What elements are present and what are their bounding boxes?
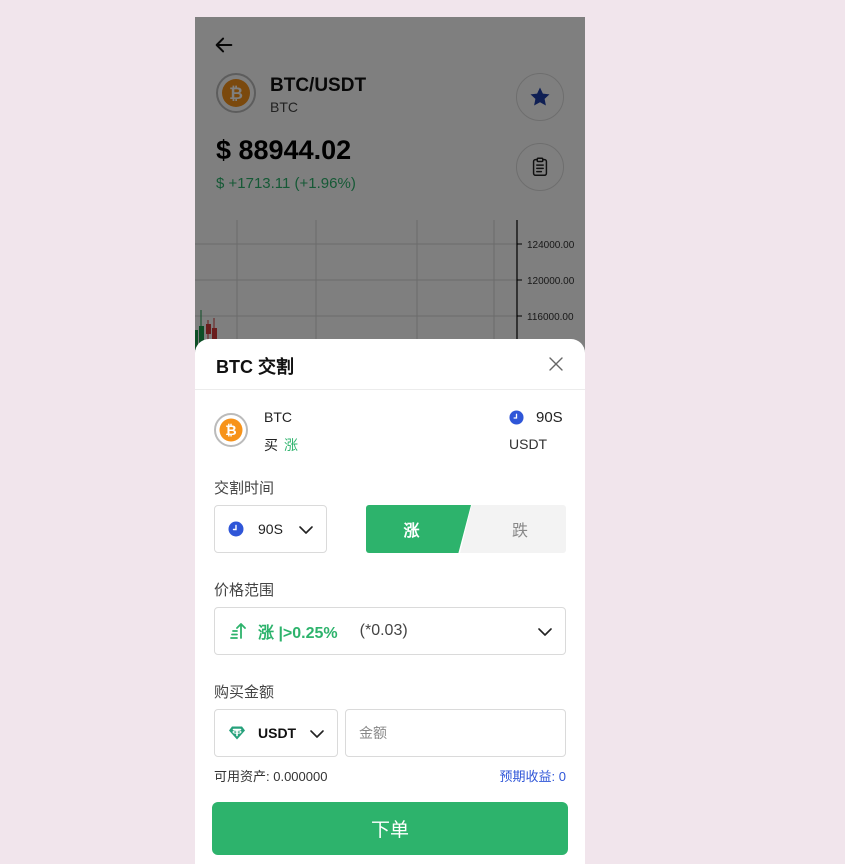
chevron-down-icon (538, 628, 552, 636)
summary-currency: USDT (509, 436, 548, 452)
available-balance: 可用资产: 0.000000 (214, 769, 328, 784)
price-range-label: 价格范围 (214, 582, 275, 599)
summary-direction: 买涨 (264, 435, 298, 455)
delivery-sheet: BTC 交割 ₿ BTC 买涨 90S USDT 交割时间 90S 跌 涨 价格… (195, 339, 585, 864)
summary-buy-label: 买 (264, 437, 278, 453)
close-icon[interactable] (547, 355, 565, 373)
summary-duration: 90S (536, 409, 563, 426)
sheet-title: BTC 交割 (216, 357, 294, 377)
btc-logo-icon: ₿ (214, 413, 248, 447)
amount-input[interactable] (345, 709, 566, 757)
summary-direction-value: 涨 (284, 437, 298, 453)
phone-frame: ₿ BTC/USDT BTC $ 88944.02 $ +1713.11 (+1… (195, 17, 585, 864)
delivery-time-label: 交割时间 (214, 480, 275, 497)
delivery-time-value: 90S (258, 521, 283, 537)
chevron-down-icon (299, 526, 313, 534)
direction-toggle: 跌 涨 (366, 505, 566, 553)
order-summary: ₿ BTC 买涨 90S USDT (195, 390, 585, 468)
expected-profit: 预期收益: 0 (499, 769, 566, 784)
trend-up-icon (230, 623, 246, 639)
place-order-button[interactable]: 下单 (212, 802, 568, 855)
price-range-multiplier: (*0.03) (359, 622, 408, 639)
amount-label: 购买金额 (214, 684, 275, 701)
chevron-down-icon (310, 730, 324, 738)
price-range-value: 涨 |>0.25% (258, 625, 338, 642)
price-range-select[interactable]: 涨 |>0.25% (*0.03) (214, 607, 566, 655)
delivery-time-select[interactable]: 90S (214, 505, 327, 553)
svg-text:₿: ₿ (225, 423, 236, 439)
sheet-header: BTC 交割 (195, 339, 585, 390)
summary-coin: BTC (264, 409, 292, 425)
currency-value: USDT (258, 725, 297, 741)
tether-icon (229, 726, 245, 740)
currency-select[interactable]: USDT (214, 709, 338, 757)
toggle-up-button[interactable]: 涨 (366, 505, 471, 553)
toggle-down-button[interactable]: 跌 (460, 505, 566, 553)
clock-icon (509, 410, 524, 425)
clock-icon (228, 521, 244, 537)
